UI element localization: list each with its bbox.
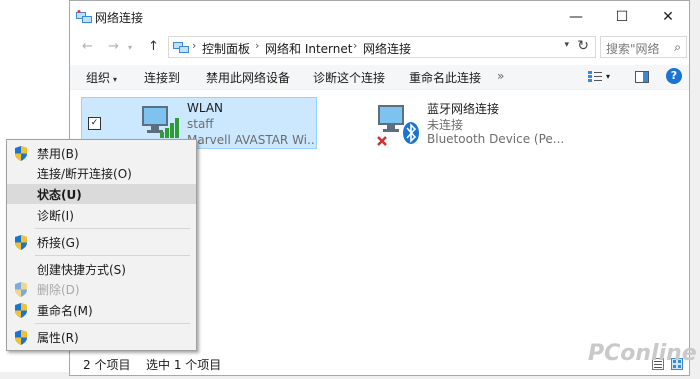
menu-separator	[35, 323, 190, 324]
desktop-background	[690, 0, 700, 379]
breadcrumb-control-panel[interactable]: 控制面板	[202, 40, 250, 57]
uac-shield-icon	[15, 282, 27, 297]
menu-item-label: 属性(R)	[37, 331, 79, 345]
menu-item-connect-disconnect[interactable]: 连接/断开连接(O)	[7, 163, 196, 183]
connection-status: staff	[187, 117, 214, 131]
title-bar: 网络连接 — ☐ ✕	[70, 1, 689, 33]
diagnose-button[interactable]: 诊断这个连接	[313, 69, 385, 86]
address-dropdown-icon[interactable]: ▾	[564, 40, 569, 50]
organize-label: 组织	[86, 71, 111, 85]
breadcrumb-separator: ›	[255, 39, 260, 52]
address-bar[interactable]: › 控制面板 › 网络和 Internet › 网络连接 ▾ ↻	[168, 36, 596, 58]
watermark-logo: PConline	[588, 341, 697, 366]
menu-item-create-shortcut[interactable]: 创建快捷方式(S)	[7, 259, 196, 279]
bluetooth-adapter-icon	[377, 105, 419, 146]
menu-item-label: 诊断(I)	[37, 209, 74, 223]
connect-to-button[interactable]: 连接到	[144, 69, 180, 86]
command-bar: 组织 ▾ 连接到 禁用此网络设备 诊断这个连接 重命名此连接 » ▾ ?	[70, 65, 689, 90]
wireless-adapter-icon	[142, 106, 179, 138]
menu-item-label: 状态(U)	[37, 188, 82, 202]
more-commands-button[interactable]: »	[497, 69, 504, 83]
menu-item-properties[interactable]: 属性(R)	[7, 327, 196, 347]
window-title: 网络连接	[95, 11, 144, 25]
change-view-icon[interactable]	[588, 71, 602, 83]
breadcrumb-network-connections[interactable]: 网络连接	[363, 40, 411, 57]
address-row: ← → ▾ ↑ › 控制面板 › 网络和 Internet › 网络连接 ▾ ↻…	[70, 35, 689, 61]
context-menu: 禁用(B) 连接/断开连接(O) 状态(U) 诊断(I) 桥接(G) 创建快捷方…	[6, 139, 197, 351]
refresh-icon[interactable]: ↻	[577, 38, 589, 54]
breadcrumb-network-internet[interactable]: 网络和 Internet	[265, 40, 352, 57]
connection-item-bluetooth[interactable]: 蓝牙网络连接 未连接 Bluetooth Device (Pe...	[370, 97, 570, 149]
control-panel-icon	[173, 42, 189, 53]
checkbox-icon[interactable]: ✓	[88, 117, 101, 130]
menu-item-label: 删除(D)	[37, 283, 80, 297]
breadcrumb-separator: ›	[353, 39, 358, 52]
menu-item-label: 桥接(G)	[37, 236, 80, 250]
minimize-button[interactable]: —	[553, 1, 599, 33]
search-icon[interactable]: ⌕	[674, 40, 681, 55]
item-count: 2 个项目	[83, 358, 131, 372]
menu-item-label: 连接/断开连接(O)	[37, 167, 132, 181]
organize-menu[interactable]: 组织 ▾	[86, 69, 117, 86]
menu-item-disable[interactable]: 禁用(B)	[7, 143, 196, 163]
search-placeholder: 搜索"网络	[606, 42, 660, 56]
menu-item-delete[interactable]: 删除(D)	[7, 279, 196, 299]
connection-name: 蓝牙网络连接	[427, 102, 500, 116]
connection-device: Bluetooth Device (Pe...	[427, 132, 565, 146]
selection-count: 选中 1 个项目	[146, 358, 222, 372]
network-folder-icon	[76, 10, 92, 23]
chevron-down-icon: ▾	[113, 75, 118, 84]
breadcrumb-separator: ›	[192, 39, 197, 52]
menu-item-label: 创建快捷方式(S)	[37, 263, 126, 277]
view-options-dropdown[interactable]: ▾	[606, 72, 610, 81]
connection-name: WLAN	[187, 101, 224, 115]
forward-button[interactable]: →	[108, 39, 119, 54]
help-icon[interactable]: ?	[666, 68, 682, 84]
uac-shield-icon	[15, 330, 27, 345]
close-button[interactable]: ✕	[645, 1, 691, 33]
search-box[interactable]: 搜索"网络 ⌕	[600, 36, 687, 58]
menu-item-bridge[interactable]: 桥接(G)	[7, 232, 196, 252]
menu-item-diagnose[interactable]: 诊断(I)	[7, 205, 196, 225]
disable-device-button[interactable]: 禁用此网络设备	[206, 69, 290, 86]
connection-status: 未连接	[427, 118, 464, 132]
recent-locations-dropdown[interactable]: ▾	[128, 43, 132, 52]
menu-item-label: 重命名(M)	[37, 304, 93, 318]
menu-separator	[35, 255, 190, 256]
menu-item-rename[interactable]: 重命名(M)	[7, 300, 196, 320]
rename-button[interactable]: 重命名此连接	[409, 69, 481, 86]
menu-item-label: 禁用(B)	[37, 147, 79, 161]
uac-shield-icon	[15, 303, 27, 318]
uac-shield-icon	[15, 146, 27, 161]
back-button[interactable]: ←	[82, 39, 93, 54]
preview-pane-icon[interactable]	[635, 71, 649, 83]
up-button[interactable]: ↑	[148, 39, 159, 54]
uac-shield-icon	[15, 235, 27, 250]
menu-item-status[interactable]: 状态(U)	[7, 184, 196, 204]
connection-device: Marvell AVASTAR Wi...	[187, 133, 315, 147]
menu-separator	[35, 228, 190, 229]
maximize-button[interactable]: ☐	[599, 1, 645, 33]
